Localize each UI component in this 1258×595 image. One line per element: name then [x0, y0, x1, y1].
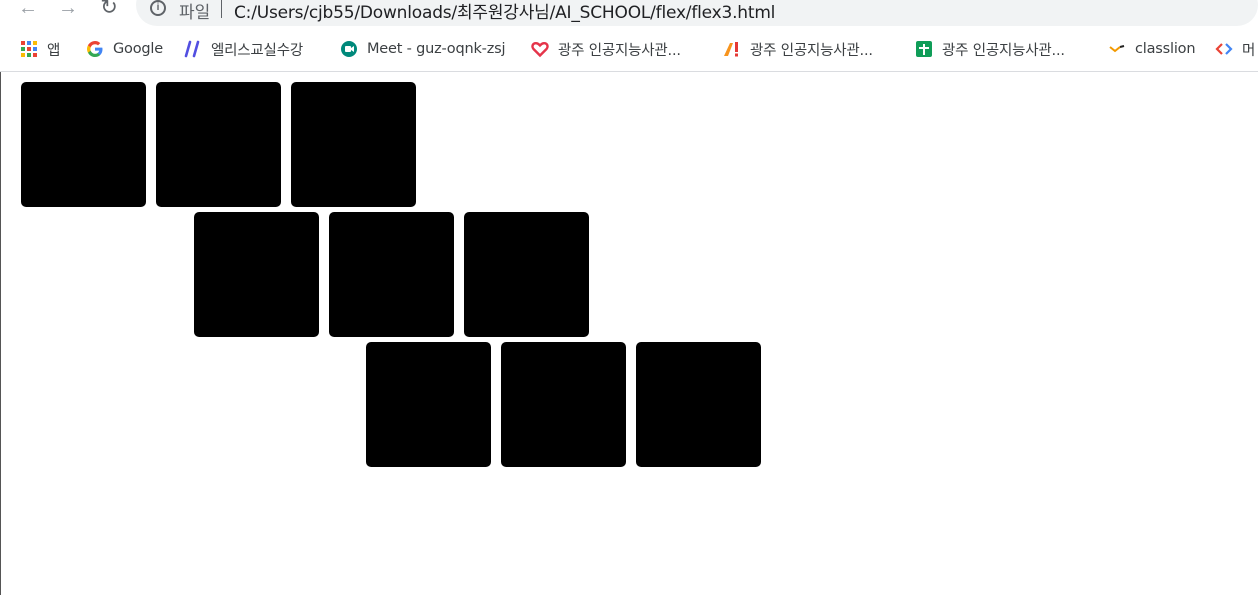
- bookmark-label: Meet - guz-oqnk-zsj: [367, 41, 506, 57]
- bookmark-google[interactable]: Google: [86, 36, 163, 62]
- bookmark-label: Google: [113, 41, 163, 57]
- bookmark-meet[interactable]: Meet - guz-oqnk-zsj: [340, 36, 505, 62]
- forward-arrow-icon[interactable]: →: [54, 0, 82, 22]
- flex-box: [194, 212, 319, 337]
- classlion-icon: [1109, 45, 1125, 53]
- bookmark-label: 광주 인공지능사관...: [558, 42, 681, 59]
- heart-icon: [531, 41, 549, 58]
- flex-box: [21, 82, 146, 207]
- code-icon: [1215, 43, 1233, 55]
- apps-grid-icon: [21, 41, 37, 57]
- bookmark-aischool-3[interactable]: 광주 인공지능사관...: [915, 36, 1065, 62]
- browser-toolbar: ← → ↻ i 파일 C:/Users/cjb55/Downloads/최주원강…: [0, 0, 1258, 72]
- flex-box: [501, 342, 626, 467]
- bookmark-label: 광주 인공지능사관...: [750, 42, 873, 59]
- back-arrow-icon[interactable]: ←: [14, 0, 42, 22]
- bookmark-elice[interactable]: 엘리스교실수강: [184, 36, 303, 62]
- bookmark-label: 엘리스교실수강: [211, 42, 303, 59]
- bookmark-classlion[interactable]: classlion: [1108, 36, 1196, 62]
- page-content: [0, 72, 1258, 595]
- meet-icon: [341, 41, 357, 57]
- bookmark-code[interactable]: 머: [1215, 36, 1255, 62]
- bookmark-label: classlion: [1135, 41, 1196, 57]
- flex-box: [366, 342, 491, 467]
- flex-box: [291, 82, 416, 207]
- google-icon: [87, 41, 103, 57]
- bookmark-aischool-1[interactable]: 광주 인공지능사관...: [531, 36, 681, 62]
- sheets-icon: [916, 41, 932, 57]
- elice-icon: [184, 40, 200, 58]
- reload-icon[interactable]: ↻: [95, 0, 123, 22]
- navigation-bar: ← → ↻ i 파일 C:/Users/cjb55/Downloads/최주원강…: [0, 0, 1258, 26]
- flex-box: [156, 82, 281, 207]
- bookmark-label: 머: [1242, 42, 1256, 59]
- flex-box: [329, 212, 454, 337]
- flex-box: [464, 212, 589, 337]
- bookmark-apps[interactable]: 앱: [20, 36, 60, 62]
- bookmark-label: 광주 인공지능사관...: [942, 42, 1065, 59]
- flex-box: [636, 342, 761, 467]
- bookmark-label: 앱: [47, 42, 61, 59]
- url-text[interactable]: C:/Users/cjb55/Downloads/최주원강사님/AI_SCHOO…: [234, 0, 775, 23]
- aischool-icon: [724, 42, 738, 57]
- info-icon[interactable]: i: [150, 0, 166, 16]
- bookmarks-bar: 앱 Google 엘리스교실수강 Meet - guz-oqnk-zsj 광주 …: [0, 36, 1258, 62]
- address-separator: [221, 0, 222, 18]
- bookmark-aischool-2[interactable]: 광주 인공지능사관...: [723, 36, 873, 62]
- scheme-label: 파일: [179, 3, 211, 23]
